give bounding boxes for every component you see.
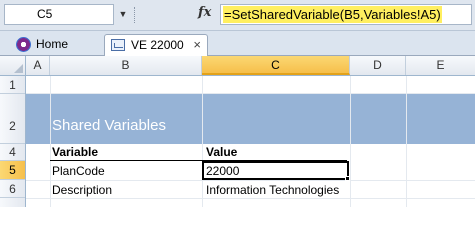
row-header-1[interactable]: 1 (0, 76, 25, 94)
banner-title: Shared Variables (52, 117, 166, 134)
column-header-a[interactable]: A (26, 56, 50, 75)
close-icon[interactable]: × (193, 35, 201, 55)
row-header-4[interactable]: 4 (0, 144, 25, 161)
header-variable[interactable]: Variable (52, 145, 98, 159)
gridline (202, 76, 203, 207)
select-all-button[interactable] (0, 56, 26, 75)
formula-input[interactable]: =SetSharedVariable(B5,Variables!A5) (220, 4, 472, 25)
cell-b6[interactable]: Description (52, 183, 112, 197)
name-box-dropdown-icon[interactable]: ▼ (116, 6, 130, 23)
tab-home[interactable]: Home (14, 34, 94, 56)
tab-ve-22000[interactable]: VE 22000 × (104, 34, 208, 56)
formula-text: =SetSharedVariable(B5,Variables!A5) (223, 6, 442, 23)
fx-area: fx (140, 4, 218, 25)
tab-ve-label: VE 22000 (131, 38, 184, 52)
row-header-2[interactable]: 2 (0, 94, 25, 144)
row-header-6[interactable]: 6 (0, 180, 25, 198)
gridline (26, 198, 475, 199)
cell-c6[interactable]: Information Technologies (206, 183, 339, 197)
tab-home-label: Home (36, 37, 69, 51)
formula-bar-separator (134, 7, 136, 23)
gridline (406, 76, 407, 207)
spreadsheet-grid[interactable]: Shared Variables Variable Value PlanCode… (26, 76, 475, 207)
cell-c5-value: 22000 (206, 164, 240, 178)
title-banner: Shared Variables (26, 94, 475, 144)
gridline (350, 76, 351, 207)
row-header-5[interactable]: 5 (0, 161, 25, 180)
tab-strip: Home VE 22000 × (0, 31, 475, 56)
insert-function-icon[interactable]: fx (198, 5, 211, 20)
home-icon (16, 37, 31, 52)
header-value[interactable]: Value (206, 145, 237, 159)
workbook-icon (111, 39, 125, 51)
gridline (50, 76, 51, 207)
fill-handle[interactable] (345, 176, 350, 181)
column-header-c[interactable]: C (202, 56, 350, 75)
gridline (26, 93, 475, 94)
gridline (26, 180, 475, 181)
cell-b5[interactable]: PlanCode (52, 164, 105, 178)
active-cell-c5[interactable]: 22000 (202, 161, 349, 180)
column-header-bar: A B C D E (0, 56, 475, 76)
column-header-d[interactable]: D (350, 56, 406, 75)
formula-bar: C5 ▼ fx =SetSharedVariable(B5,Variables!… (0, 0, 475, 31)
column-header-e[interactable]: E (406, 56, 475, 75)
column-header-b[interactable]: B (50, 56, 202, 75)
name-box[interactable]: C5 (4, 4, 114, 25)
